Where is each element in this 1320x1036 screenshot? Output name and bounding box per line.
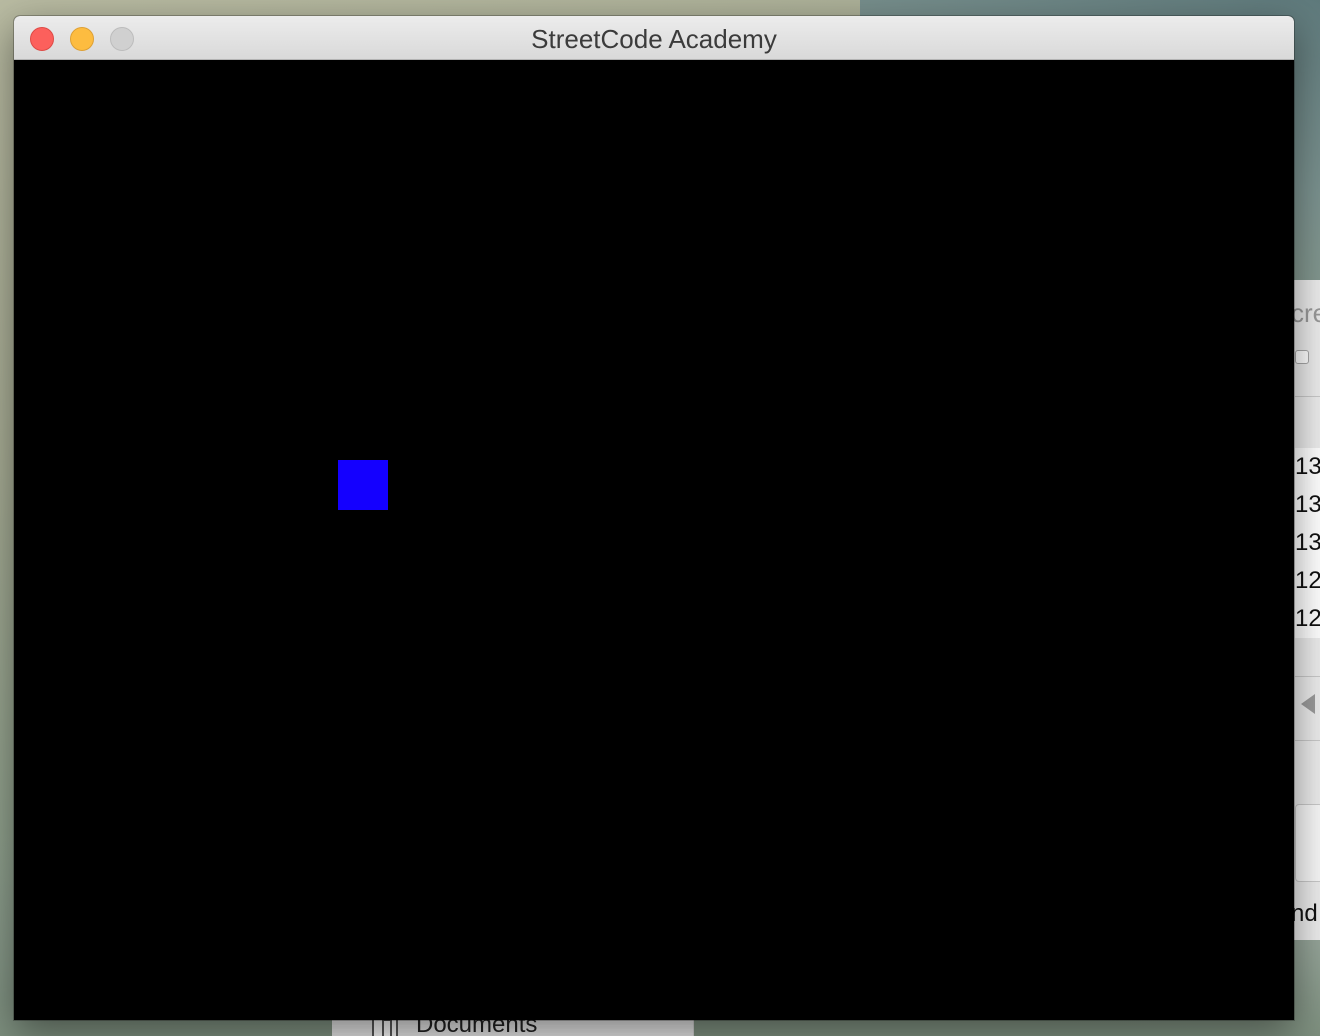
back-arrow-icon[interactable] bbox=[1301, 694, 1315, 714]
list-item[interactable]: 13 bbox=[1295, 486, 1320, 524]
list-item[interactable]: 13 bbox=[1295, 448, 1320, 486]
list-item[interactable]: 12. bbox=[1295, 562, 1320, 600]
list-item[interactable]: 12. bbox=[1295, 600, 1320, 638]
background-window-title: cre bbox=[1291, 298, 1320, 328]
desktop: cre 13 13 13 12. 12. nd Documents Street… bbox=[0, 0, 1320, 1036]
divider bbox=[1295, 740, 1320, 741]
background-checkbox[interactable] bbox=[1295, 350, 1309, 364]
background-text: nd bbox=[1291, 900, 1318, 927]
divider bbox=[1295, 676, 1320, 677]
game-window: StreetCode Academy bbox=[14, 16, 1294, 1020]
background-panel bbox=[1295, 804, 1320, 882]
game-canvas[interactable] bbox=[14, 60, 1294, 1020]
list-item[interactable]: 13 bbox=[1295, 524, 1320, 562]
window-title: StreetCode Academy bbox=[531, 24, 777, 54]
divider bbox=[1295, 396, 1320, 397]
background-list: 13 13 13 12. 12. bbox=[1295, 448, 1320, 638]
title-bar[interactable]: StreetCode Academy bbox=[14, 16, 1294, 60]
player-square bbox=[338, 460, 388, 510]
